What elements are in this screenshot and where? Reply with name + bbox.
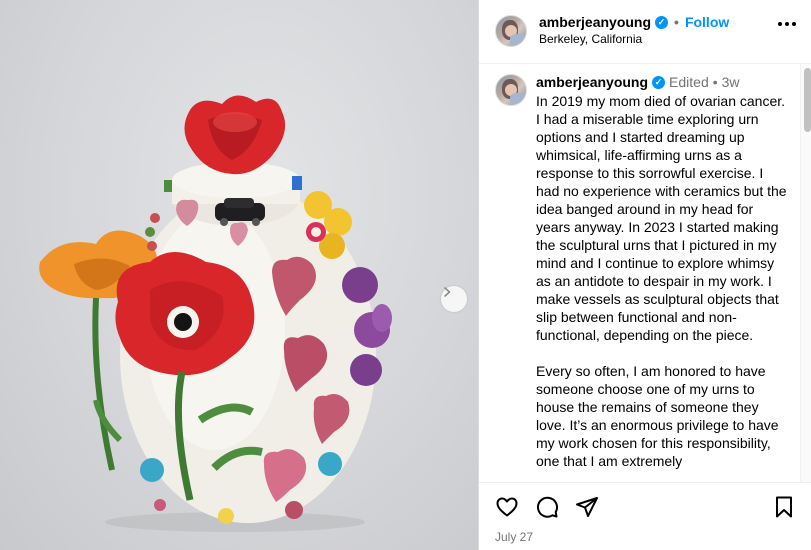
separator: • xyxy=(712,74,718,90)
verified-badge-icon: ✓ xyxy=(655,15,669,29)
caption-text: In 2019 my mom died of ovarian cancer. I… xyxy=(536,93,787,469)
share-icon xyxy=(576,497,598,517)
action-bar: July 27 xyxy=(479,482,811,550)
location-link[interactable]: Berkeley, California xyxy=(539,32,642,46)
like-button[interactable] xyxy=(495,495,519,524)
share-button[interactable] xyxy=(575,495,599,524)
caption-fade xyxy=(479,472,799,482)
avatar[interactable] xyxy=(495,15,527,47)
header-user-line: amberjeanyoung ✓ • Follow xyxy=(539,14,729,30)
heart-icon xyxy=(496,497,518,517)
caption-header: amberjeanyoung ✓ Edited • 3w xyxy=(536,74,740,90)
scrollbar-thumb[interactable] xyxy=(804,68,811,132)
caption-section: amberjeanyoung ✓ Edited • 3w In 2019 my … xyxy=(479,64,811,482)
edited-label: Edited xyxy=(669,74,709,90)
post-header: amberjeanyoung ✓ • Follow Berkeley, Cali… xyxy=(479,0,811,64)
caption-avatar[interactable] xyxy=(495,74,527,106)
ceramic-urn-illustration xyxy=(39,95,392,532)
chevron-right-icon xyxy=(444,287,451,297)
comment-button[interactable] xyxy=(535,495,559,524)
post-date[interactable]: July 27 xyxy=(495,530,533,544)
bookmark-icon xyxy=(776,496,792,518)
caption-username-link[interactable]: amberjeanyoung xyxy=(536,74,648,90)
username-link[interactable]: amberjeanyoung xyxy=(539,14,651,30)
verified-badge-icon: ✓ xyxy=(652,75,666,89)
separator: • xyxy=(674,14,679,30)
comment-icon xyxy=(536,496,558,518)
next-image-button[interactable] xyxy=(441,286,467,312)
save-button[interactable] xyxy=(772,495,796,524)
follow-button[interactable]: Follow xyxy=(685,14,729,30)
caption-scrollbar[interactable] xyxy=(800,64,811,482)
post-age[interactable]: 3w xyxy=(722,74,740,90)
post-image[interactable] xyxy=(0,0,478,550)
more-options-icon[interactable] xyxy=(778,22,796,26)
post-side-panel: amberjeanyoung ✓ • Follow Berkeley, Cali… xyxy=(478,0,811,550)
